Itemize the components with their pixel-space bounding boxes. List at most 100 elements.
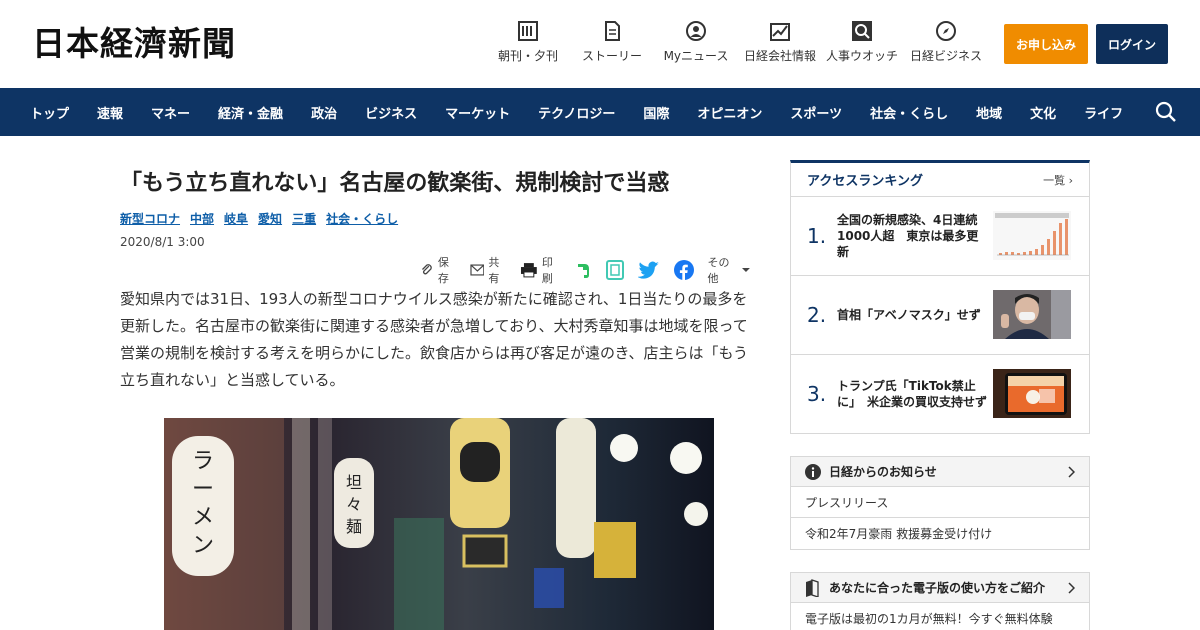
chevron-right-icon (1068, 466, 1075, 478)
tiktok-phone-thumbnail (993, 369, 1071, 418)
article: 「もう立ち直れない」名古屋の歓楽街、規制検討で当惑 新型コロナ 中部 岐阜 愛知… (120, 160, 760, 630)
header-nav: 朝刊・夕刊 ストーリー Myニュース 日経会社情報 人事ウオッチ 日経ビジネス (490, 20, 994, 64)
tag-link[interactable]: 社会・くらし (326, 210, 398, 227)
nav-item-region[interactable]: 地域 (976, 103, 1002, 122)
ranking-item[interactable]: 2. 首相「アベノマスク」せず (791, 276, 1089, 355)
header-nav-label: 朝刊・夕刊 (497, 49, 558, 63)
chevron-right-icon: › (1068, 173, 1073, 187)
guide-header[interactable]: あなたに合った電子版の使い方をご紹介 (791, 573, 1089, 603)
article-photo: ラ ー メ ン 坦 々 麺 (164, 418, 714, 630)
mail-icon (469, 264, 484, 276)
share-button[interactable]: 共有 (469, 254, 511, 286)
login-button[interactable]: ログイン (1096, 24, 1168, 64)
nav-item-market[interactable]: マーケット (445, 103, 510, 122)
article-tags: 新型コロナ 中部 岐阜 愛知 三重 社会・くらし (120, 210, 760, 227)
nav-item-sports[interactable]: スポーツ (790, 103, 842, 122)
rank-number: 2. (807, 303, 827, 327)
ranking-item[interactable]: 3. トランプ氏「TikTok禁止に」 米企業の買収支持せず (791, 355, 1089, 433)
chevron-right-icon (1068, 582, 1075, 594)
article-title: 「もう立ち直れない」名古屋の歓楽街、規制検討で当惑 (120, 171, 670, 196)
other-share-button[interactable]: その他 (708, 254, 750, 286)
header-nav-mynews[interactable]: Myニュース (658, 20, 734, 64)
nav-item-economy[interactable]: 経済・金融 (218, 103, 283, 122)
notice-header[interactable]: 日経からのお知らせ (791, 457, 1089, 487)
night-street-photo: ラ ー メ ン 坦 々 麺 (164, 418, 714, 630)
rank-headline: 全国の新規感染、4日連続1000人超 東京は最多更新 (837, 213, 979, 259)
nav-item-society[interactable]: 社会・くらし (870, 103, 948, 122)
prime-minister-photo-thumbnail (993, 290, 1071, 339)
nav-item-life[interactable]: ライフ (1084, 103, 1123, 122)
search-person-icon (852, 21, 872, 41)
ranking-title: アクセスランキング (807, 174, 923, 189)
free-trial-link[interactable]: 電子版は最初の1カ月が無料！今すぐ無料体験 (791, 603, 1089, 630)
tag-link[interactable]: 愛知 (258, 210, 282, 227)
header-nav-personnel-watch[interactable]: 人事ウオッチ (826, 20, 898, 64)
infection-chart-thumbnail (993, 211, 1071, 260)
digital-guide: あなたに合った電子版の使い方をご紹介 電子版は最初の1カ月が無料！今すぐ無料体験 (790, 572, 1090, 630)
header-nav-label: Myニュース (663, 49, 729, 63)
svg-text:坦: 坦 (346, 473, 362, 492)
tag-link[interactable]: 中部 (190, 210, 214, 227)
share-bar: 保存 共有 印刷 その他 (420, 254, 760, 286)
site-header: 日本経濟新聞 朝刊・夕刊 ストーリー Myニュース 日経会社情報 人事ウオッチ … (0, 0, 1200, 88)
ranking-more-link[interactable]: 一覧 › (1043, 172, 1073, 188)
header-nav-label: 人事ウオッチ (826, 49, 899, 63)
ranking-thumbnail (993, 290, 1071, 339)
twitter-icon (637, 261, 659, 279)
access-ranking: アクセスランキング 一覧 › 1. 全国の新規感染、4日連続1000人超 東京は… (790, 160, 1090, 434)
site-logo[interactable]: 日本経濟新聞 (32, 24, 236, 64)
notice-link-donation[interactable]: 令和2年7月豪雨 救援募金受け付け (791, 518, 1089, 549)
note-button[interactable] (605, 260, 628, 280)
chart-icon (770, 23, 790, 41)
facebook-icon (673, 260, 694, 280)
rank-headline: トランプ氏「TikTok禁止に」 米企業の買収支持せず (837, 379, 988, 409)
story-icon (605, 21, 620, 41)
info-icon (805, 463, 821, 480)
article-date: 2020/8/1 3:00 (120, 235, 205, 249)
sidebar: アクセスランキング 一覧 › 1. 全国の新規感染、4日連続1000人超 東京は… (790, 160, 1090, 630)
nav-item-opinion[interactable]: オピニオン (697, 103, 762, 122)
nav-item-business[interactable]: ビジネス (365, 103, 417, 122)
print-button[interactable]: 印刷 (520, 254, 563, 286)
rank-number: 1. (807, 224, 827, 248)
nav-item-top[interactable]: トップ (30, 103, 69, 122)
ranking-thumbnail (993, 369, 1071, 418)
apply-button[interactable]: お申し込み (1004, 24, 1088, 64)
notice-link-press-release[interactable]: プレスリリース (791, 487, 1089, 518)
clip-icon (422, 264, 432, 275)
ranking-thumbnail (993, 211, 1071, 260)
header-nav-morning-evening[interactable]: 朝刊・夕刊 (490, 20, 566, 64)
svg-text:ン: ン (192, 533, 214, 558)
nav-item-international[interactable]: 国際 (643, 103, 669, 122)
nikkei-notice: 日経からのお知らせ プレスリリース 令和2年7月豪雨 救援募金受け付け (790, 456, 1090, 550)
evernote-icon (577, 264, 589, 278)
nav-item-breaking[interactable]: 速報 (97, 103, 123, 122)
tag-link[interactable]: 新型コロナ (120, 210, 180, 227)
header-nav-story[interactable]: ストーリー (566, 20, 658, 64)
header-nav-nikkei-business[interactable]: 日経ビジネス (898, 20, 994, 64)
user-icon (686, 21, 706, 41)
main-nav: トップ 速報 マネー 経済・金融 政治 ビジネス マーケット テクノロジー 国際… (0, 88, 1200, 136)
facebook-button[interactable] (673, 260, 698, 280)
nav-item-culture[interactable]: 文化 (1030, 103, 1056, 122)
rank-number: 3. (807, 382, 827, 406)
nav-item-technology[interactable]: テクノロジー (538, 103, 615, 122)
tag-link[interactable]: 三重 (292, 210, 316, 227)
book-icon (806, 578, 819, 597)
ranking-item[interactable]: 1. 全国の新規感染、4日連続1000人超 東京は最多更新 (791, 197, 1089, 276)
header-nav-company-info[interactable]: 日経会社情報 (734, 20, 826, 64)
compass-icon (936, 21, 956, 41)
save-button[interactable]: 保存 (420, 254, 460, 286)
header-nav-label: 日経ビジネス (909, 49, 982, 63)
note-icon (605, 260, 624, 280)
search-icon[interactable] (1154, 100, 1178, 124)
svg-text:々: 々 (346, 495, 362, 514)
twitter-button[interactable] (637, 261, 664, 279)
tag-link[interactable]: 岐阜 (224, 210, 248, 227)
print-icon (521, 263, 537, 278)
header-nav-label: ストーリー (581, 49, 642, 63)
svg-text:ー: ー (192, 477, 214, 502)
evernote-button[interactable] (574, 261, 596, 279)
nav-item-money[interactable]: マネー (151, 103, 190, 122)
nav-item-politics[interactable]: 政治 (311, 103, 337, 122)
